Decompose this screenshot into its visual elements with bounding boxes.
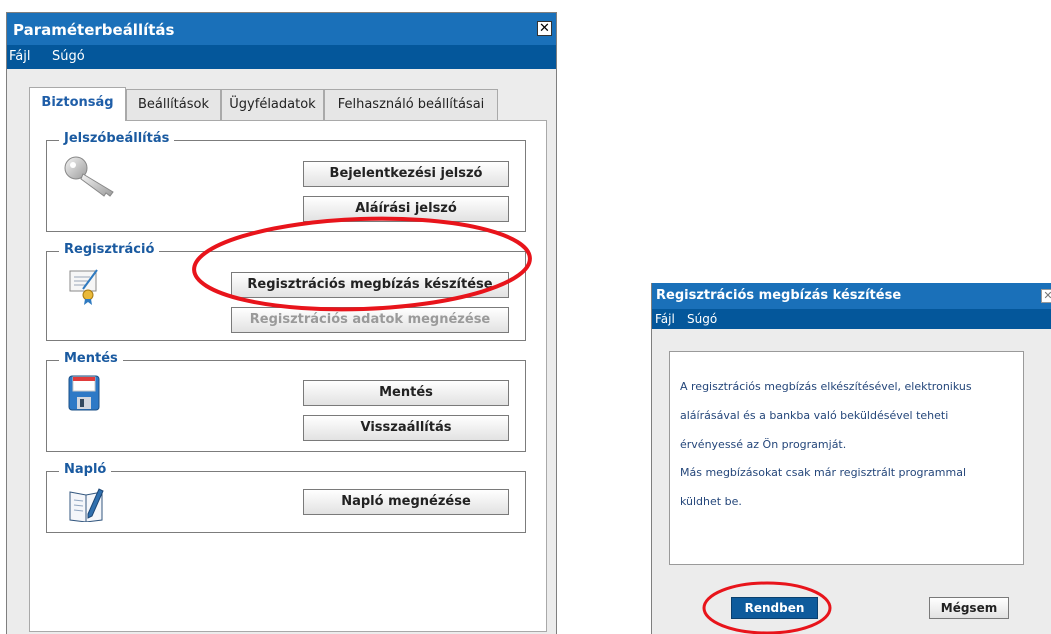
- login-password-button[interactable]: Bejelentkezési jelszó: [303, 161, 509, 187]
- password-group-title: Jelszóbeállítás: [59, 131, 175, 146]
- floppy-disk-icon: [68, 375, 100, 411]
- window-content: Biztonság Beállítások Ügyféladatok Felha…: [7, 69, 556, 634]
- tab-settings[interactable]: Beállítások: [126, 89, 221, 121]
- dialog-title: Regisztrációs megbízás készítése: [656, 288, 902, 303]
- dialog-menu-file[interactable]: Fájl: [655, 312, 675, 326]
- view-registration-data-button[interactable]: Regisztrációs adatok megnézése: [231, 307, 509, 333]
- registration-group: Regisztráció Regisztrációs megbízás kész…: [46, 242, 526, 341]
- tab-client-data[interactable]: Ügyféladatok: [221, 89, 324, 121]
- message-box: A regisztrációs megbízás elkészítésével,…: [669, 351, 1024, 565]
- certificate-icon: [69, 269, 98, 305]
- view-log-button[interactable]: Napló megnézése: [303, 489, 509, 515]
- key-icon: [64, 156, 114, 197]
- parameter-settings-window: Paraméterbeállítás ✕ Fájl Súgó Biztonság…: [6, 12, 557, 634]
- dialog-title-bar: Regisztrációs megbízás készítése ✕: [652, 283, 1051, 309]
- backup-group-title: Mentés: [59, 351, 123, 366]
- registration-order-dialog: Regisztrációs megbízás készítése ✕ Fájl …: [651, 283, 1051, 634]
- security-tab-panel: Jelszóbeállítás Bejelentkezési jelszó Al…: [29, 120, 547, 632]
- message-line: Más megbízásokat csak már regisztrált pr…: [680, 466, 967, 479]
- restore-button[interactable]: Visszaállítás: [303, 415, 509, 441]
- dialog-menu-help[interactable]: Súgó: [687, 312, 717, 326]
- message-line: aláírásával és a bankba való beküldéséve…: [680, 409, 949, 422]
- password-group: Jelszóbeállítás Bejelentkezési jelszó Al…: [46, 131, 526, 232]
- log-group: Napló Napló megnézése: [46, 462, 526, 533]
- signature-password-button[interactable]: Aláírási jelszó: [303, 196, 509, 222]
- backup-group: Mentés Mentés Visszaállítás: [46, 351, 526, 452]
- message-line: érvényessé az Ön programját.: [680, 438, 847, 451]
- close-icon: ✕: [1043, 289, 1051, 302]
- dialog-menu-bar: Fájl Súgó: [652, 309, 1051, 329]
- tab-user-settings[interactable]: Felhasználó beállításai: [324, 89, 498, 121]
- tab-security[interactable]: Biztonság: [29, 87, 126, 121]
- ok-button[interactable]: Rendben: [731, 597, 818, 619]
- registration-group-title: Regisztráció: [59, 242, 160, 257]
- close-icon: ✕: [539, 21, 550, 36]
- backup-button[interactable]: Mentés: [303, 380, 509, 406]
- notebook-icon: [69, 488, 104, 522]
- close-button[interactable]: ✕: [537, 21, 552, 36]
- menu-bar: Fájl Súgó: [7, 45, 556, 69]
- dialog-close-button[interactable]: ✕: [1041, 289, 1051, 303]
- window-title: Paraméterbeállítás: [13, 21, 175, 39]
- message-line: A regisztrációs megbízás elkészítésével,…: [680, 380, 972, 393]
- log-group-title: Napló: [59, 462, 112, 477]
- message-line: küldhet be.: [680, 495, 742, 508]
- menu-file[interactable]: Fájl: [9, 49, 30, 64]
- create-registration-order-button[interactable]: Regisztrációs megbízás készítése: [231, 272, 509, 298]
- menu-help[interactable]: Súgó: [52, 49, 85, 64]
- cancel-button[interactable]: Mégsem: [929, 597, 1009, 619]
- title-bar: Paraméterbeállítás ✕: [7, 13, 556, 45]
